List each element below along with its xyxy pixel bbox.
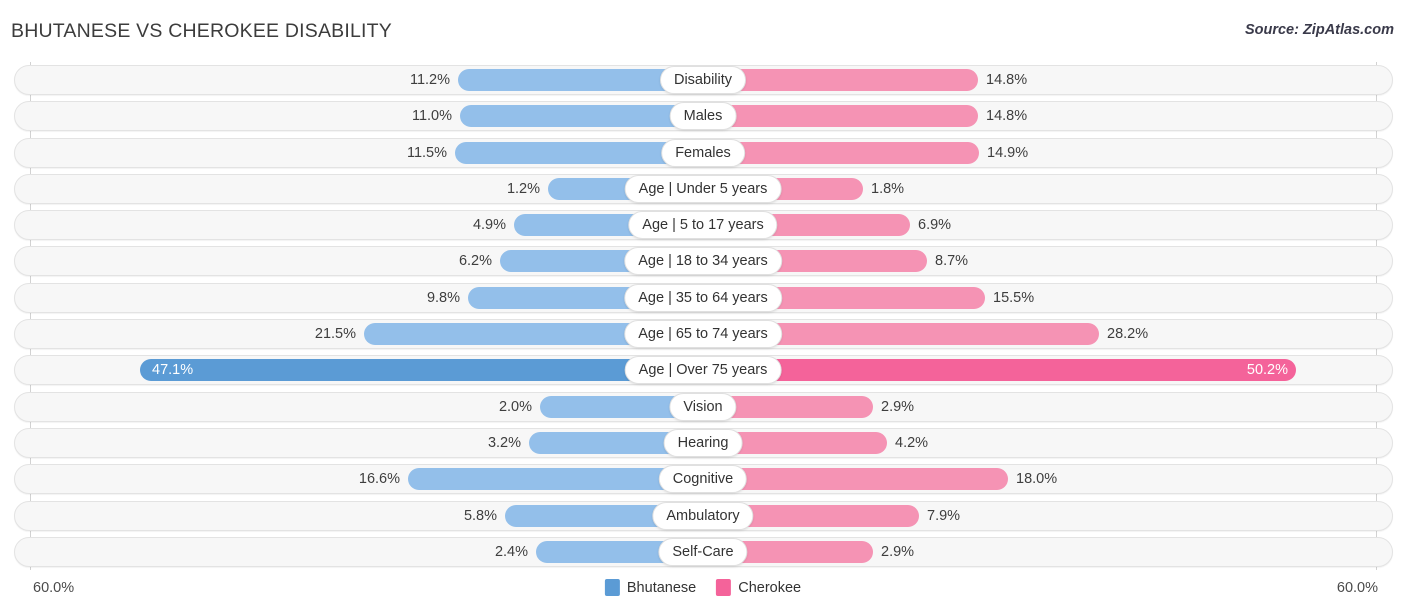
legend-item[interactable]: Bhutanese — [604, 579, 697, 596]
legend-swatch-icon — [604, 579, 620, 596]
table-row: 3.2% 4.2% Hearing — [0, 427, 1406, 458]
value-label-right: 14.9% — [987, 144, 1029, 161]
value-label-right: 2.9% — [881, 543, 915, 560]
legend-label: Cherokee — [738, 579, 802, 596]
value-label-left: 47.1% — [152, 362, 194, 379]
table-row: 6.2% 8.7% Age | 18 to 34 years — [0, 246, 1406, 277]
table-row: 47.1% 50.2% Age | Over 75 years — [0, 355, 1406, 386]
bar-right-cherokee — [703, 468, 1008, 491]
chart-plot-area: 11.2% 14.8% Disability 11.0% 14.8% Males 11.5%… — [0, 58, 1406, 570]
chart-footer: 60.0% 60.0% Bhutanese Cherokee — [0, 570, 1406, 612]
table-row: 11.0% 14.8% Males — [0, 101, 1406, 132]
legend-label: Bhutanese — [626, 579, 697, 596]
bar-right-cherokee — [703, 359, 1296, 382]
category-label-pill: Cognitive — [658, 465, 748, 494]
value-label-right: 2.9% — [881, 398, 915, 415]
category-label-pill: Vision — [669, 392, 737, 421]
table-row: 4.9% 6.9% Age | 5 to 17 years — [0, 210, 1406, 241]
value-label-left: 11.2% — [409, 72, 450, 88]
axis-label-right: 60.0% — [1336, 580, 1378, 596]
bar-rows-container: 11.2% 14.8% Disability 11.0% 14.8% Males 11.5%… — [0, 65, 1406, 573]
page-title: BHUTANESE VS CHEROKEE DISABILITY — [11, 20, 392, 42]
value-label-left: 2.4% — [494, 543, 528, 560]
category-label-pill: Age | 35 to 64 years — [624, 283, 782, 312]
table-row: 5.8% 7.9% Ambulatory — [0, 500, 1406, 531]
bar-left-bhutanese — [460, 105, 703, 128]
category-label-pill: Disability — [659, 66, 747, 94]
bar-right-cherokee — [703, 105, 978, 128]
table-row: 11.2% 14.8% Disability — [0, 65, 1406, 95]
category-label-pill: Age | 5 to 17 years — [628, 211, 778, 240]
table-row: 11.5% 14.9% Females — [0, 137, 1406, 168]
value-label-left: 11.5% — [406, 144, 447, 161]
value-label-right: 28.2% — [1107, 326, 1149, 343]
value-label-left: 5.8% — [463, 507, 497, 524]
value-label-right: 14.8% — [986, 108, 1028, 125]
category-label-pill: Females — [661, 138, 745, 167]
table-row: 2.0% 2.9% Vision — [0, 391, 1406, 422]
category-label-pill: Age | 18 to 34 years — [624, 247, 782, 276]
value-label-right: 7.9% — [927, 507, 961, 524]
category-label-pill: Males — [669, 102, 737, 131]
chart-page: BHUTANESE VS CHEROKEE DISABILITY Source:… — [0, 0, 1406, 612]
table-row: 9.8% 15.5% Age | 35 to 64 years — [0, 282, 1406, 313]
axis-label-left: 60.0% — [33, 580, 75, 596]
value-label-left: 21.5% — [314, 326, 356, 343]
table-row: 1.2% 1.8% Age | Under 5 years — [0, 173, 1406, 204]
value-label-right: 8.7% — [935, 253, 969, 270]
category-label-pill: Age | 65 to 74 years — [624, 320, 782, 349]
category-label-pill: Ambulatory — [652, 501, 754, 530]
value-label-left: 2.0% — [498, 398, 532, 415]
table-row: 16.6% 18.0% Cognitive — [0, 464, 1406, 495]
value-label-left: 4.9% — [472, 217, 506, 234]
category-label-pill: Age | Over 75 years — [624, 356, 782, 385]
value-label-left: 1.2% — [506, 180, 540, 197]
table-row: 21.5% 28.2% Age | 65 to 74 years — [0, 319, 1406, 350]
value-label-right: 18.0% — [1016, 471, 1058, 488]
value-label-right: 14.8% — [986, 72, 1028, 88]
value-label-right: 15.5% — [993, 289, 1035, 306]
chart-header: BHUTANESE VS CHEROKEE DISABILITY Source:… — [0, 0, 1406, 58]
value-label-left: 9.8% — [426, 289, 460, 306]
legend-item[interactable]: Cherokee — [716, 579, 801, 596]
legend-swatch-icon — [716, 579, 732, 596]
value-label-right: 4.2% — [895, 434, 929, 451]
category-label-pill: Hearing — [663, 428, 743, 457]
value-label-left: 6.2% — [458, 253, 492, 270]
value-label-right: 50.2% — [1246, 362, 1288, 379]
value-label-right: 6.9% — [918, 217, 952, 234]
table-row: 2.4% 2.9% Self-Care — [0, 536, 1406, 567]
value-label-right: 1.8% — [871, 180, 905, 197]
value-label-left: 16.6% — [358, 471, 400, 488]
category-label-pill: Age | Under 5 years — [624, 174, 782, 203]
bar-left-bhutanese — [140, 359, 703, 382]
value-label-left: 3.2% — [487, 434, 521, 451]
source-attribution: Source: ZipAtlas.com — [1244, 22, 1394, 38]
category-label-pill: Self-Care — [658, 537, 748, 566]
chart-legend: Bhutanese Cherokee — [604, 579, 801, 596]
value-label-left: 11.0% — [411, 108, 452, 125]
